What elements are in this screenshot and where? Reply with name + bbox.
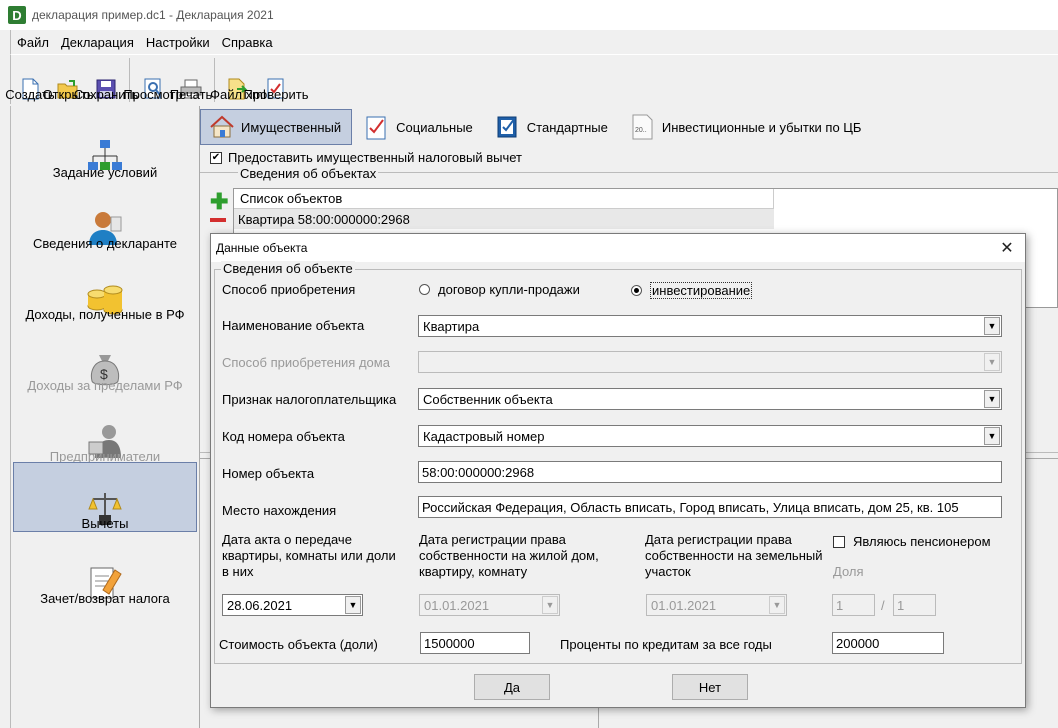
cost-input[interactable]: 1500000 (420, 632, 530, 654)
chevron-down-icon[interactable]: ▼ (769, 596, 785, 614)
check-card-icon (495, 114, 521, 140)
checklist-icon (364, 114, 390, 140)
act-date-picker[interactable]: 28.06.2021 ▼ (222, 594, 363, 616)
radio-purchase[interactable]: договор купли-продажи (419, 282, 580, 297)
chevron-down-icon[interactable]: ▼ (984, 353, 1000, 371)
add-object-button[interactable]: ✚ (210, 191, 228, 213)
provide-deduction-label: Предоставить имущественный налоговый выч… (228, 150, 522, 165)
menu-declaration[interactable]: Декларация (55, 35, 140, 50)
object-number-label: Номер объекта (222, 466, 315, 481)
sidebar-item-tax-refund[interactable]: Зачет/возврат налога (13, 536, 197, 606)
taxpayer-sign-select[interactable]: Собственник объекта ▼ (418, 388, 1002, 410)
sidebar-item-entrepreneurs[interactable]: Предприниматели (13, 394, 197, 464)
checkbox-box[interactable]: ✔ (210, 151, 222, 164)
reg-date-label: Дата регистрации права собственности на … (419, 532, 599, 579)
divider (598, 706, 599, 728)
object-name-select[interactable]: Квартира ▼ (418, 315, 1002, 337)
pensioner-checkbox[interactable]: Являюсь пенсионером (833, 534, 991, 549)
deduction-tabs: Имущественный Социальные Стандартные 20.… (200, 106, 1058, 148)
location-label: Место нахождения (222, 503, 337, 518)
object-code-label: Код номера объекта (222, 429, 345, 444)
act-date-label: Дата акта о передаче квартиры, комнаты и… (222, 532, 396, 579)
chevron-down-icon[interactable]: ▼ (984, 427, 1000, 445)
share-label: Доля (833, 564, 864, 579)
sidebar-item-income-abroad[interactable]: $ Доходы за пределами РФ (13, 323, 197, 393)
menu-file[interactable]: Файл (11, 35, 55, 50)
share-separator: / (881, 598, 885, 613)
provide-deduction-checkbox[interactable]: ✔ Предоставить имущественный налоговый в… (210, 150, 522, 165)
house-method-select[interactable]: ▼ (418, 351, 1002, 373)
print-button[interactable]: Печать (170, 56, 212, 104)
radio-investment[interactable]: инвестирование (631, 282, 753, 299)
menu-bar: Файл Декларация Настройки Справка (10, 30, 1058, 54)
chevron-down-icon[interactable]: ▼ (542, 596, 558, 614)
verify-button[interactable]: Проверить (243, 56, 309, 104)
sidebar-item-deductions[interactable]: Вычеты (13, 462, 197, 532)
interest-label: Проценты по кредитам за все годы (560, 637, 772, 652)
list-item[interactable]: Квартира 58:00:000000:2968 (234, 209, 774, 229)
object-code-select[interactable]: Кадастровый номер ▼ (418, 425, 1002, 447)
acquisition-method-label: Способ приобретения (222, 282, 356, 297)
checkbox-box[interactable] (833, 535, 845, 548)
sidebar-item-income-rf[interactable]: Доходы, полученные в РФ (13, 252, 197, 322)
objects-group-label: Сведения об объектах (238, 166, 379, 181)
list-header: Список объектов (234, 189, 774, 209)
tab-investment[interactable]: 20.. Инвестиционные и убытки по ЦБ (622, 109, 872, 145)
window-title: декларация пример.dc1 - Декларация 2021 (32, 8, 274, 22)
land-date-label: Дата регистрации права собственности на … (645, 532, 823, 579)
remove-object-button[interactable] (210, 218, 226, 222)
radio-dot[interactable] (419, 284, 430, 295)
reg-date-picker[interactable]: 01.01.2021 ▼ (419, 594, 560, 616)
tab-social[interactable]: Социальные (356, 109, 483, 145)
location-input[interactable]: Российская Федерация, Область вписать, Г… (418, 496, 1002, 518)
document-20-icon: 20.. (630, 114, 656, 140)
sidebar: Задание условий Сведения о декларанте До… (10, 106, 200, 728)
dialog-title-bar: Данные объекта ✕ (211, 234, 1025, 262)
object-name-label: Наименование объекта (222, 318, 365, 333)
house-icon (209, 114, 235, 140)
sidebar-item-conditions[interactable]: Задание условий (13, 110, 197, 180)
menu-settings[interactable]: Настройки (140, 35, 216, 50)
menu-help[interactable]: Справка (216, 35, 279, 50)
app-icon: D (8, 6, 26, 24)
object-data-dialog: Данные объекта ✕ Сведения об объекте Спо… (210, 233, 1026, 708)
cost-label: Стоимость объекта (доли) (219, 637, 378, 652)
house-method-label: Способ приобретения дома (222, 355, 390, 370)
save-button[interactable]: Сохранить (74, 56, 138, 104)
chevron-down-icon[interactable]: ▼ (984, 390, 1000, 408)
sidebar-item-declarant[interactable]: Сведения о декларанте (13, 181, 197, 251)
chevron-down-icon[interactable]: ▼ (345, 596, 361, 614)
chevron-down-icon[interactable]: ▼ (984, 317, 1000, 335)
title-bar: D декларация пример.dc1 - Декларация 202… (0, 0, 1058, 30)
svg-text:20..: 20.. (635, 127, 647, 134)
object-number-input[interactable]: 58:00:000000:2968 (418, 461, 1002, 483)
taxpayer-sign-label: Признак налогоплательщика (222, 392, 397, 407)
dialog-title: Данные объекта (216, 241, 308, 255)
radio-dot[interactable] (631, 285, 642, 296)
share-numerator-input[interactable]: 1 (832, 594, 875, 616)
share-denominator-input[interactable]: 1 (893, 594, 936, 616)
cancel-button[interactable]: Нет (672, 674, 748, 700)
tab-property[interactable]: Имущественный (200, 109, 353, 145)
ok-button[interactable]: Да (474, 674, 550, 700)
interest-input[interactable]: 200000 (832, 632, 944, 654)
tab-standard[interactable]: Стандартные (487, 109, 618, 145)
close-icon[interactable]: ✕ (997, 238, 1017, 258)
toolbar: Создать Открыть Сохранить Просмотр Печат… (5, 54, 1058, 104)
object-info-group-label: Сведения об объекте (221, 261, 355, 276)
preview-button[interactable]: Просмотр (123, 56, 183, 104)
land-date-picker[interactable]: 01.01.2021 ▼ (646, 594, 787, 616)
